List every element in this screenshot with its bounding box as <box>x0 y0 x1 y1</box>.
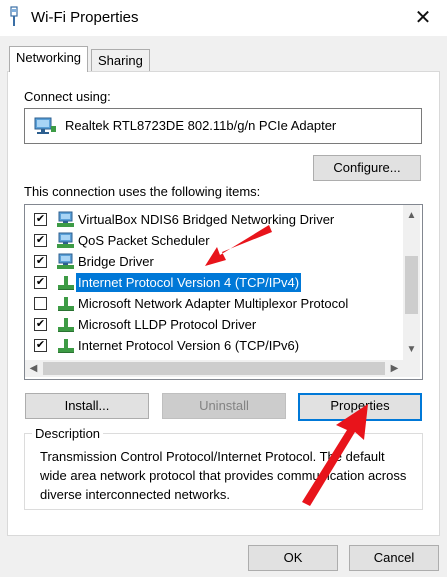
item-checkbox[interactable]: ✔ <box>34 318 47 331</box>
adapter-field: Realtek RTL8723DE 802.11b/g/n PCIe Adapt… <box>24 108 422 144</box>
uninstall-button[interactable]: Uninstall <box>162 393 286 419</box>
protocol-icon <box>58 318 74 332</box>
list-item[interactable]: ✔ QoS Packet Scheduler <box>25 230 405 251</box>
tab-networking[interactable]: Networking <box>9 46 89 72</box>
ok-button[interactable]: OK <box>248 545 338 571</box>
item-label: Internet Protocol Version 4 (TCP/IPv4) <box>76 273 302 292</box>
item-label: VirtualBox NDIS6 Bridged Networking Driv… <box>78 212 335 227</box>
install-button[interactable]: Install... <box>25 393 149 419</box>
window-title: Wi-Fi Properties <box>31 9 139 26</box>
item-label: QoS Packet Scheduler <box>78 233 210 248</box>
item-checkbox[interactable]: ✔ <box>34 339 47 352</box>
network-client-icon <box>57 211 74 227</box>
scroll-down-arrow-icon[interactable]: ▼ <box>403 341 420 358</box>
item-label: Internet Protocol Version 6 (TCP/IPv6) <box>78 338 300 353</box>
items-listbox[interactable]: ✔ VirtualBox NDIS6 Bridged Networking Dr… <box>24 204 423 380</box>
item-checkbox[interactable]: ✔ <box>34 213 47 226</box>
item-label: Microsoft LLDP Protocol Driver <box>78 317 257 332</box>
scroll-right-arrow-icon[interactable]: ▶ <box>386 360 403 377</box>
network-adapter-icon <box>34 117 56 134</box>
network-adapter-icon <box>10 6 18 26</box>
item-label: Microsoft Network Adapter Multiplexor Pr… <box>78 296 349 311</box>
list-item-selected[interactable]: ✔ Internet Protocol Version 4 (TCP/IPv4) <box>25 272 405 293</box>
list-item[interactable]: ✔ Internet Protocol Version 6 (TCP/IPv6) <box>25 335 405 356</box>
horizontal-scroll-thumb[interactable] <box>43 362 385 375</box>
connect-using-label: Connect using: <box>24 89 111 104</box>
item-checkbox[interactable] <box>34 297 47 310</box>
scroll-left-arrow-icon[interactable]: ◀ <box>25 360 42 377</box>
title-bar: Wi-Fi Properties ✕ <box>0 0 447 36</box>
list-item[interactable]: ✔ Bridge Driver <box>25 251 405 272</box>
close-button[interactable]: ✕ <box>409 4 437 32</box>
list-item[interactable]: Microsoft Network Adapter Multiplexor Pr… <box>25 293 405 314</box>
configure-button[interactable]: Configure... <box>313 155 421 181</box>
description-text: Transmission Control Protocol/Internet P… <box>40 449 407 502</box>
items-label: This connection uses the following items… <box>24 184 261 199</box>
protocol-icon <box>58 297 74 311</box>
description-title: Description <box>32 426 104 441</box>
item-checkbox[interactable]: ✔ <box>34 234 47 247</box>
protocol-icon <box>58 276 74 290</box>
network-client-icon <box>57 253 74 269</box>
list-item[interactable]: ✔ Microsoft LLDP Protocol Driver <box>25 314 405 335</box>
tab-sharing[interactable]: Sharing <box>91 49 150 72</box>
item-label: Bridge Driver <box>78 254 154 269</box>
scroll-corner <box>403 360 420 377</box>
scroll-up-arrow-icon[interactable]: ▲ <box>403 207 420 224</box>
list-item[interactable]: ✔ VirtualBox NDIS6 Bridged Networking Dr… <box>25 209 405 230</box>
adapter-name: Realtek RTL8723DE 802.11b/g/n PCIe Adapt… <box>65 118 337 133</box>
network-client-icon <box>57 232 74 248</box>
item-checkbox[interactable]: ✔ <box>34 276 47 289</box>
vertical-scroll-thumb[interactable] <box>405 256 418 314</box>
cancel-button[interactable]: Cancel <box>349 545 439 571</box>
properties-button[interactable]: Properties <box>298 393 422 421</box>
item-checkbox[interactable]: ✔ <box>34 255 47 268</box>
protocol-icon <box>58 339 74 353</box>
